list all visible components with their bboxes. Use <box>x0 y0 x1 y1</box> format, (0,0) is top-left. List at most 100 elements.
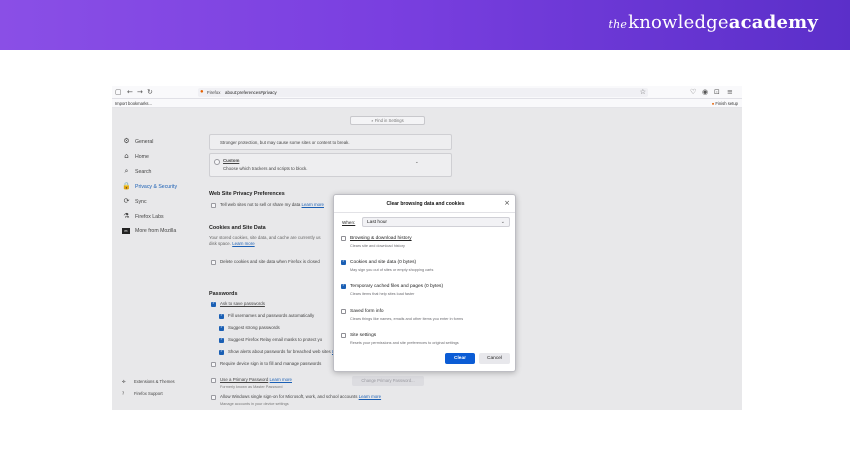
sidebar-item-support[interactable]: ? Firefox Support <box>122 390 163 398</box>
puzzle-icon: ✣ <box>122 379 126 384</box>
sidebar-item-sync[interactable]: ⟳ Sync <box>122 196 147 206</box>
suggest-strong-checkbox[interactable] <box>219 325 224 331</box>
pocket-icon[interactable]: ♡ <box>690 87 696 98</box>
site-settings-label: Site settings <box>350 333 377 338</box>
mozilla-icon: m <box>122 227 130 234</box>
cookies-checkbox[interactable] <box>341 259 346 265</box>
lock-icon: 🔒 <box>122 182 131 190</box>
ask-save-checkbox[interactable] <box>211 301 216 307</box>
passwords-heading: Passwords <box>209 291 238 297</box>
site-settings-description: Resets your permissions and site prefere… <box>350 341 459 345</box>
clear-button[interactable]: Clear <box>445 353 475 364</box>
custom-label: Custom <box>223 158 240 163</box>
url-text[interactable]: about:preferences#privacy <box>225 88 277 97</box>
sso-learn-more-link[interactable]: Learn more <box>359 394 381 399</box>
require-device-label: Require device sign in to fill and manag… <box>220 361 322 366</box>
chevron-down-icon: ⌄ <box>500 219 505 225</box>
reload-icon[interactable]: ↻ <box>147 87 153 98</box>
header-banner: theknowledgeacademy <box>0 0 850 50</box>
browser-screenshot: ▢ ← → ↻ ● Firefox about:preferences#priv… <box>112 86 742 410</box>
form-info-label: Saved form info <box>350 309 384 314</box>
url-bar[interactable]: ● Firefox about:preferences#privacy ☆ <box>198 88 648 97</box>
finish-setup-link[interactable]: ● Finish setup <box>712 99 738 108</box>
cookies-label: Cookies and site data (0 bytes) <box>350 260 417 265</box>
dialog-title: Clear browsing data and cookies <box>386 201 465 207</box>
sync-icon: ⟳ <box>123 197 130 205</box>
clear-data-dialog: Clear browsing data and cookies × When: … <box>333 194 516 372</box>
windows-sso-checkbox[interactable] <box>211 395 216 400</box>
sidebar-item-mozilla[interactable]: m More from Mozilla <box>122 226 176 236</box>
menu-icon[interactable]: ≡ <box>727 87 733 98</box>
sidebar-item-privacy[interactable]: 🔒 Privacy & Security <box>122 181 177 191</box>
fill-auto-checkbox[interactable] <box>219 313 224 319</box>
settings-page: ⌕ Find in Settings ⚙ General ⌂ Home ⌕ Searc… <box>112 108 742 410</box>
windows-sso-label: Allow Windows single sign-on for Microso… <box>220 394 382 399</box>
gear-icon: ⚙ <box>123 137 130 145</box>
suggest-relay-checkbox[interactable] <box>219 337 224 343</box>
account-icon[interactable]: ◉ <box>702 87 708 98</box>
chevron-down-icon[interactable]: ⌄ <box>415 160 419 166</box>
cache-description: Clears items that help sites load faster <box>350 292 415 296</box>
brand-logo: theknowledgeacademy <box>608 12 818 33</box>
do-not-sell-label: Tell web sites not to sell or share my d… <box>220 202 324 207</box>
close-icon[interactable]: × <box>504 199 510 208</box>
sidebar-toggle-icon[interactable]: ▢ <box>115 87 122 98</box>
firefox-icon: ● <box>711 101 715 106</box>
primary-password-note: Formerly known as Master Password <box>220 385 283 389</box>
firefox-icon: ● <box>200 89 204 95</box>
primary-password-checkbox[interactable] <box>211 378 216 383</box>
form-info-checkbox[interactable] <box>341 309 346 314</box>
sidebar-item-home[interactable]: ⌂ Home <box>122 151 149 161</box>
primary-learn-more-link[interactable]: Learn more <box>270 377 292 382</box>
bookmark-star-icon[interactable]: ☆ <box>640 87 646 98</box>
delete-on-close-label: Delete cookies and site data when Firefo… <box>220 259 320 264</box>
suggest-relay-label: Suggest Firefox Relay email masks to pro… <box>228 337 323 342</box>
primary-password-label: Use a Primary Password Learn more <box>220 377 292 382</box>
site-settings-checkbox[interactable] <box>341 333 346 338</box>
do-not-sell-checkbox[interactable] <box>211 203 216 208</box>
sidebar-item-extensions[interactable]: ✣ Extensions & Themes <box>122 378 175 386</box>
delete-on-close-checkbox[interactable] <box>211 260 216 265</box>
labs-icon: ⚗ <box>123 212 130 220</box>
form-info-description: Clears things like names, emails and oth… <box>350 317 464 321</box>
strict-description: Stronger protection, but may cause some … <box>220 140 350 145</box>
custom-protection-box[interactable]: Custom Choose which trackers and scripts… <box>209 153 452 177</box>
learn-more-link[interactable]: Learn more <box>302 202 324 207</box>
windows-sso-note: Manage accounts in your device settings <box>220 402 289 406</box>
custom-description: Choose which trackers and scripts to blo… <box>223 166 308 171</box>
find-in-settings-input[interactable]: ⌕ Find in Settings <box>350 116 425 125</box>
help-icon: ? <box>122 391 125 396</box>
identity-label: Firefox <box>207 90 221 95</box>
ask-save-label: Ask to save passwords <box>220 301 265 306</box>
fill-auto-label: Fill usernames and passwords automatical… <box>228 313 315 318</box>
require-device-checkbox[interactable] <box>211 362 216 367</box>
cookies-description: May sign you out of sites or empty shopp… <box>350 268 434 272</box>
history-label: Browsing & download history <box>350 236 412 241</box>
back-icon[interactable]: ← <box>127 87 133 98</box>
cancel-button[interactable]: Cancel <box>479 353 510 364</box>
cache-checkbox[interactable] <box>341 283 346 289</box>
when-label: When: <box>342 220 356 225</box>
time-range-select[interactable]: Last hour ⌄ <box>362 217 510 227</box>
cookies-learn-more-link[interactable]: Learn more <box>232 241 254 246</box>
history-checkbox[interactable] <box>341 236 346 241</box>
change-primary-password-button[interactable]: Change Primary Password... <box>352 376 424 386</box>
cache-label: Temporary cached files and pages (0 byte… <box>350 284 444 289</box>
browser-toolbar: ▢ ← → ↻ ● Firefox about:preferences#priv… <box>112 86 742 99</box>
web-site-privacy-heading: Web Site Privacy Preferences <box>209 191 285 197</box>
suggest-strong-label: Suggest strong passwords <box>228 325 280 330</box>
extensions-icon[interactable]: ⊡ <box>714 87 720 98</box>
search-icon: ⌕ <box>124 167 129 175</box>
import-bookmarks-link[interactable]: Import bookmarks... <box>115 99 152 108</box>
history-description: Clears site and download history <box>350 244 405 248</box>
show-alerts-checkbox[interactable] <box>219 349 224 355</box>
bookmarks-bar: Import bookmarks... ● Finish setup <box>112 99 742 108</box>
forward-icon[interactable]: → <box>137 87 143 98</box>
custom-radio[interactable] <box>214 159 220 165</box>
sidebar-item-general[interactable]: ⚙ General <box>122 136 153 146</box>
cookies-description-2: disk space. Learn more <box>209 241 255 246</box>
strict-protection-box[interactable]: Stronger protection, but may cause some … <box>209 134 452 150</box>
sidebar-item-search[interactable]: ⌕ Search <box>122 166 152 176</box>
dialog-divider <box>334 212 515 213</box>
sidebar-item-labs[interactable]: ⚗ Firefox Labs <box>122 211 163 221</box>
